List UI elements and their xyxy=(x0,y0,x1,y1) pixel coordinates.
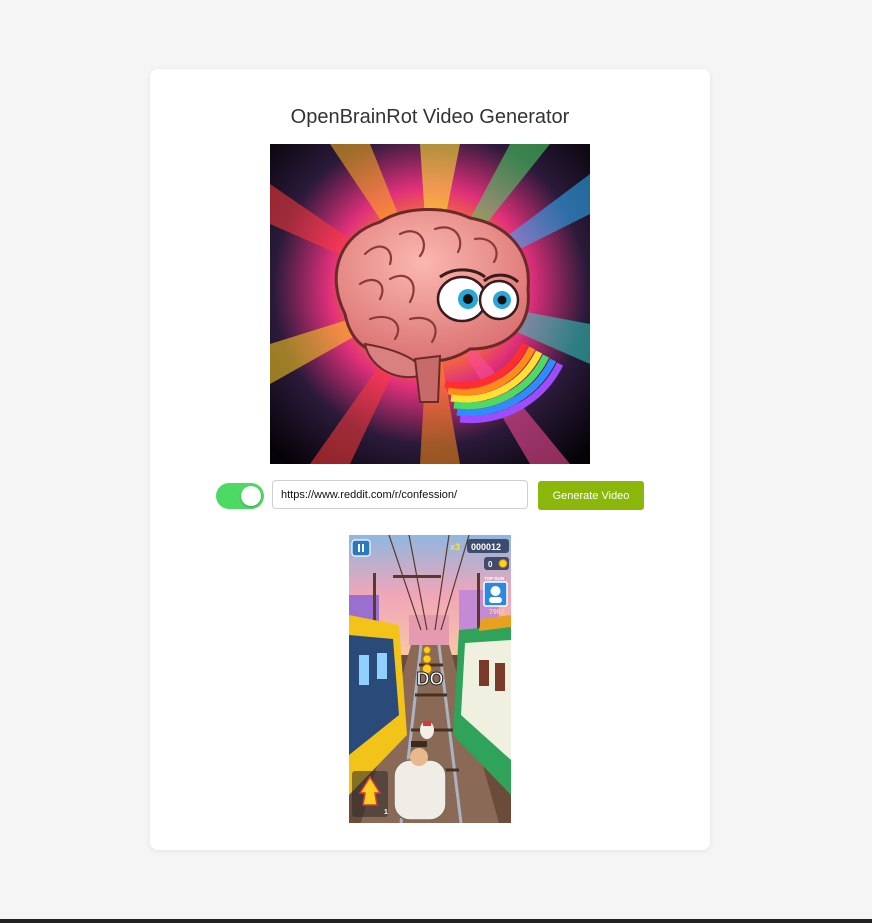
toggle-knob xyxy=(241,486,261,506)
score-text: 000012 xyxy=(471,542,501,552)
powerup-count-text: 1 xyxy=(384,809,388,816)
brain-logo-image xyxy=(270,144,590,464)
top-run-label: TOP RUN xyxy=(484,576,504,581)
mode-toggle[interactable] xyxy=(216,483,264,509)
video-preview[interactable]: x3 000012 0 TOP RUN 7962 DO 1 xyxy=(349,535,511,823)
coin-icon xyxy=(498,559,508,568)
top-run-score: 7962 xyxy=(489,609,505,616)
subreddit-url-input[interactable] xyxy=(272,480,528,509)
multiplier-text: x3 xyxy=(450,542,460,552)
page-title: OpenBrainRot Video Generator xyxy=(290,106,570,128)
generator-controls: Generate Video xyxy=(216,480,646,511)
coin-count-text: 0 xyxy=(488,560,493,569)
overlay-text: DO xyxy=(417,669,444,689)
main-card: OpenBrainRot Video Generator https://www… xyxy=(150,69,710,850)
pause-icon[interactable] xyxy=(351,539,371,557)
generate-video-button[interactable]: Generate Video xyxy=(538,481,644,510)
bottom-bar xyxy=(0,919,872,923)
